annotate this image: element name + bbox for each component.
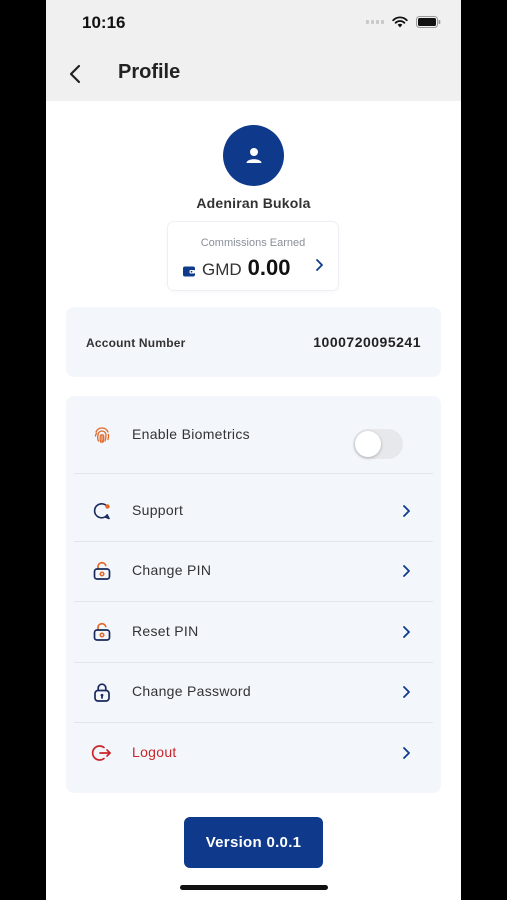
menu-item-logout[interactable]: Logout [74,723,433,783]
menu-item-label: Reset PIN [132,623,199,639]
wifi-icon [392,16,408,28]
account-number-value: 1000720095241 [313,334,421,350]
chevron-right-icon [403,565,410,577]
menu-item-label: Enable Biometrics [132,426,250,442]
profile-name: Adeniran Bukola [196,195,311,211]
lock-icon [94,683,110,702]
chevron-right-icon [403,505,410,517]
status-time: 10:16 [82,13,126,32]
support-icon [93,503,110,520]
biometrics-toggle[interactable] [353,429,403,459]
page-title: Profile [118,61,181,83]
menu-item-label: Change Password [132,683,251,699]
user-icon [246,147,261,163]
menu-item-change-password[interactable]: Change Password [74,662,433,722]
avatar [223,125,284,186]
commission-currency: GMD [202,260,242,279]
menu-item-reset-pin[interactable]: Reset PIN [74,602,433,662]
commission-amount-row: GMD 0.00 [182,255,291,281]
chevron-right-icon [403,747,410,759]
divider [74,473,433,474]
settings-menu: Enable Biometrics Support Change PIN Res… [66,396,441,793]
signal-icon [366,20,384,24]
battery-icon [416,16,441,28]
commission-card[interactable]: Commissions Earned GMD 0.00 [168,222,338,290]
menu-item-label: Change PIN [132,562,212,578]
toggle-knob [355,431,381,457]
chevron-right-icon [316,259,323,271]
menu-item-change-pin[interactable]: Change PIN [74,541,433,601]
chevron-right-icon [403,686,410,698]
fingerprint-icon [94,427,110,444]
wallet-icon [182,264,196,283]
back-button[interactable] [64,60,88,88]
menu-item-label: Logout [132,744,177,760]
menu-item-support[interactable]: Support [74,481,433,541]
menu-item-label: Support [132,502,184,518]
header-bar: 10:16 Profile [46,0,461,101]
chevron-left-icon [69,64,81,84]
commission-amount: 0.00 [247,255,291,280]
account-number-card: Account Number 1000720095241 [66,307,441,377]
commission-label: Commissions Earned [200,237,306,249]
unlock-icon [93,561,111,580]
home-indicator[interactable] [180,885,328,890]
status-icons [366,16,441,28]
menu-item-enable-biometrics: Enable Biometrics [74,405,433,465]
unlock-icon [93,622,111,641]
account-number-label: Account Number [86,336,186,350]
version-button[interactable]: Version 0.0.1 [184,817,323,868]
chevron-right-icon [403,626,410,638]
profile-screen: 10:16 Profile Adeniran Bukola Commission… [46,0,461,900]
logout-icon [91,745,111,761]
